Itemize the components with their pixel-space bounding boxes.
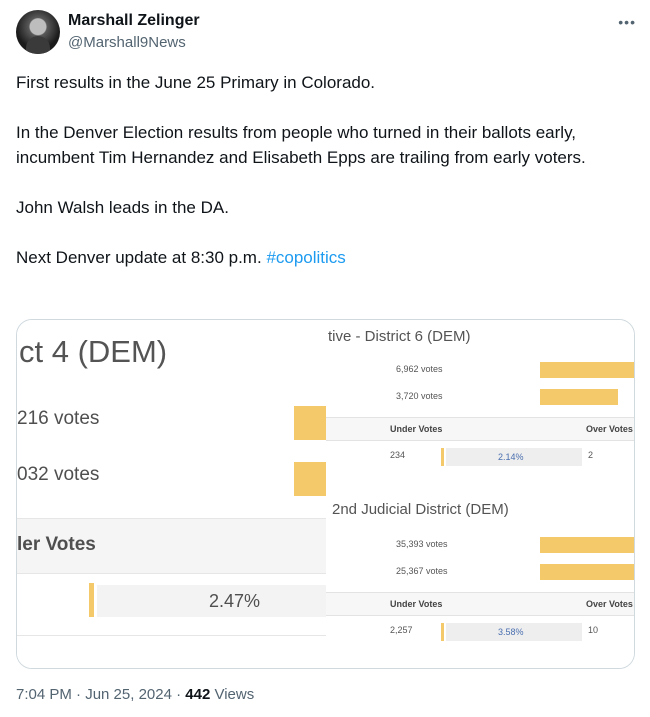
author-handle[interactable]: @Marshall9News: [68, 34, 186, 51]
left-votes-1: 216 votes: [17, 408, 100, 429]
over-votes-value: 10: [588, 625, 599, 635]
tweet-paragraph: In the Denver Election results from peop…: [16, 123, 586, 167]
left-divider: [17, 635, 326, 636]
tweet-footer: 7:04 PM · Jun 25, 2024 · 442 Views: [16, 686, 254, 703]
under-votes-value: 234: [390, 450, 406, 460]
votes-2: 3,720 votes: [396, 391, 443, 401]
race-title-2nd-judicial: 2nd Judicial District (DEM): [332, 501, 509, 518]
left-under-votes-label: ler Votes: [17, 534, 96, 555]
avatar-figure: [26, 36, 50, 54]
timestamp[interactable]: 7:04 PM · Jun 25, 2024 ·: [16, 686, 185, 703]
author-name[interactable]: Marshall Zelinger: [68, 12, 200, 30]
tweet-last-line-text: Next Denver update at 8:30 p.m.: [16, 248, 262, 267]
avatar[interactable]: [16, 10, 60, 54]
percent-marker: [441, 623, 444, 641]
left-votes-2: 032 votes: [17, 464, 100, 485]
views-label: Views: [210, 686, 255, 703]
tweet-header: Marshall Zelinger @Marshall9News •••: [16, 10, 636, 58]
tweet-media-image[interactable]: ct 4 (DEM) 216 votes 032 votes ler Votes…: [16, 319, 635, 669]
left-vote-bar-2: [294, 462, 326, 496]
media-left-panel: ct 4 (DEM) 216 votes 032 votes ler Votes…: [17, 320, 326, 668]
vote-bar: [540, 564, 634, 580]
under-votes-header: Under Votes: [390, 599, 443, 609]
views-count[interactable]: 442: [185, 686, 210, 703]
tweet-paragraph: John Walsh leads in the DA.: [16, 198, 229, 217]
over-votes-header: Over Votes: [586, 424, 633, 434]
left-percent: 2.47%: [209, 591, 261, 611]
tweet-paragraph-last: Next Denver update at 8:30 p.m. #copolit…: [16, 245, 626, 270]
left-race-title: ct 4 (DEM): [19, 334, 168, 369]
tweet-text: First results in the June 25 Primary in …: [16, 70, 626, 270]
hashtag-link[interactable]: #copolitics: [266, 248, 345, 267]
votes-1: 35,393 votes: [396, 539, 448, 549]
votes-2: 25,367 votes: [396, 566, 448, 576]
vote-bar: [540, 389, 618, 405]
tweet-paragraph: First results in the June 25 Primary in …: [16, 73, 376, 92]
under-votes-value: 2,257: [390, 625, 413, 635]
over-votes-value: 2: [588, 450, 594, 460]
left-percent-marker: [89, 583, 94, 617]
vote-bar: [540, 537, 634, 553]
over-votes-header: Over Votes: [586, 599, 633, 609]
under-votes-header: Under Votes: [390, 424, 443, 434]
more-options-icon[interactable]: •••: [618, 14, 636, 30]
race-title-district-6: tive - District 6 (DEM): [328, 328, 471, 345]
under-votes-percent: 2.14%: [498, 452, 524, 462]
left-vote-bar-1: [294, 406, 326, 440]
media-right-panel: tive - District 6 (DEM) 6,962 votes 3,72…: [326, 320, 634, 668]
under-votes-percent: 3.58%: [498, 627, 524, 637]
votes-1: 6,962 votes: [396, 364, 443, 374]
percent-marker: [441, 448, 444, 466]
vote-bar: [540, 362, 634, 378]
